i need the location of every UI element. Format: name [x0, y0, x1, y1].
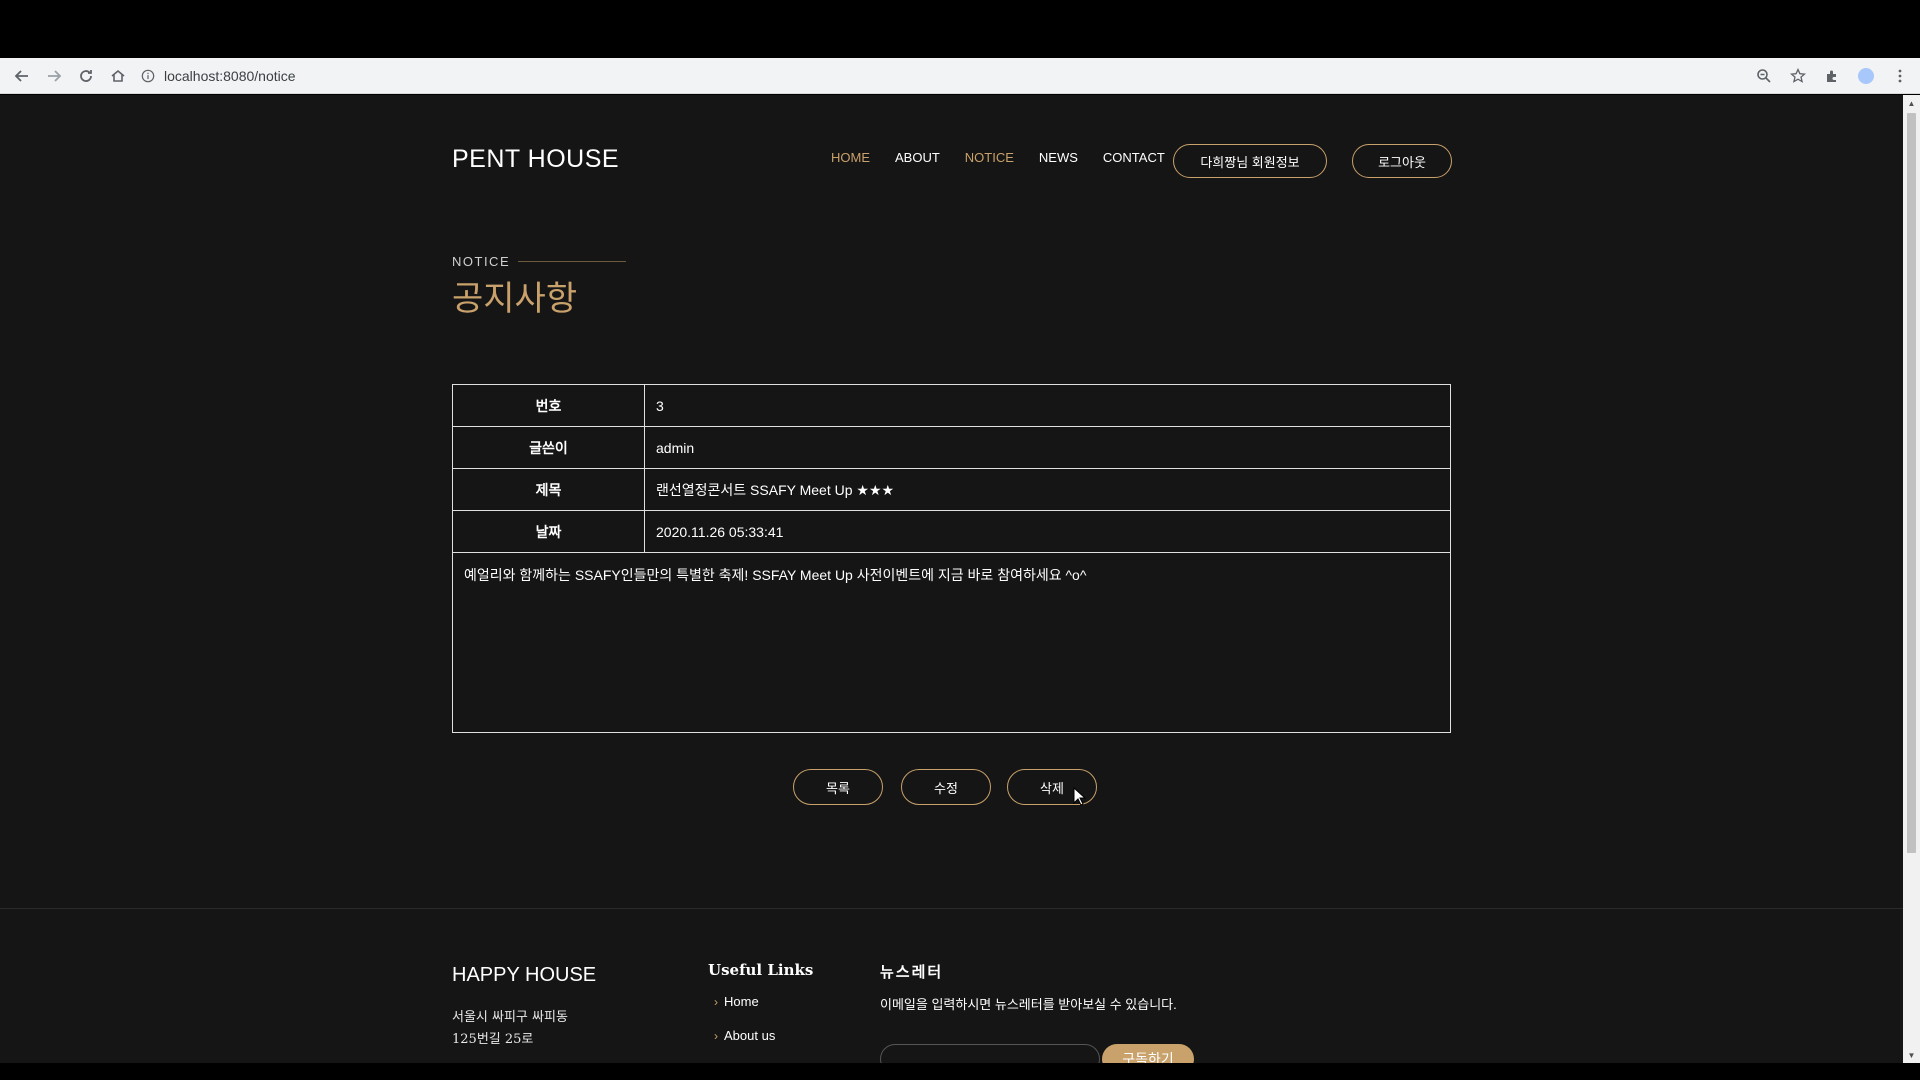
mouse-cursor-icon: [1073, 787, 1087, 806]
nav-news[interactable]: NEWS: [1039, 150, 1078, 165]
list-button[interactable]: 목록: [793, 769, 883, 805]
footer-divider: [0, 908, 1903, 909]
scroll-up-icon[interactable]: ▲: [1903, 95, 1920, 111]
footer-link-about[interactable]: › About us: [714, 1028, 775, 1043]
address-line-2: 125번길 25로: [452, 1032, 534, 1047]
footer-link-home[interactable]: › Home: [714, 994, 759, 1009]
nav-notice[interactable]: NOTICE: [965, 150, 1014, 165]
site-logo[interactable]: PENT HOUSE: [452, 145, 619, 174]
edit-button[interactable]: 수정: [901, 769, 991, 805]
date-value: 2020.11.26 05:33:41: [656, 523, 784, 540]
subject-label: 제목: [453, 469, 645, 510]
nav-contact[interactable]: CONTACT: [1103, 150, 1165, 165]
footer-link-label[interactable]: About us: [724, 1028, 775, 1043]
table-row: 글쓴이 admin: [453, 427, 1450, 469]
newsletter-heading: 뉴스레터: [880, 964, 944, 981]
page-viewport: PENT HOUSE HOME ABOUT NOTICE NEWS CONTAC…: [0, 95, 1903, 1063]
table-row: 제목 랜선열정콘서트 SSAFY Meet Up ★★★: [453, 469, 1450, 511]
notice-detail-table: 번호 3 글쓴이 admin 제목 랜선열정콘서트 SSAFY Meet Up …: [452, 384, 1451, 733]
date-label: 날짜: [453, 511, 645, 552]
address-bar[interactable]: localhost:8080/notice: [140, 62, 296, 90]
browser-actions: [1752, 58, 1912, 94]
chevron-right-icon: ›: [714, 1028, 718, 1043]
reload-icon[interactable]: [70, 60, 102, 92]
useful-links-heading: Useful Links: [708, 961, 814, 979]
table-row: 날짜 2020.11.26 05:33:41: [453, 511, 1450, 553]
menu-kebab-icon[interactable]: [1888, 60, 1912, 92]
zoom-icon[interactable]: [1752, 60, 1776, 92]
extensions-icon[interactable]: [1820, 60, 1844, 92]
footer-logo: HAPPY HOUSE: [452, 964, 597, 986]
footer-address: 서울시 싸피구 싸피동 125번길 25로: [452, 1007, 568, 1051]
back-icon[interactable]: [6, 60, 38, 92]
main-nav: HOME ABOUT NOTICE NEWS CONTACT: [831, 139, 1190, 175]
bookmark-star-icon[interactable]: [1786, 60, 1810, 92]
site-info-icon[interactable]: [140, 68, 156, 84]
newsletter-email-input[interactable]: [880, 1044, 1100, 1063]
page-scrollbar[interactable]: ▲ ▼: [1903, 95, 1920, 1063]
notice-content: 예얼리와 함께하는 SSAFY인들만의 특별한 축제! SSFAY Meet U…: [464, 567, 1087, 583]
screen: localhost:8080/notice PENT HOUSE HOME AB…: [0, 0, 1920, 1080]
logout-button[interactable]: 로그아웃: [1352, 144, 1452, 178]
chevron-right-icon: ›: [714, 994, 718, 1009]
footer-link-label[interactable]: Home: [724, 994, 759, 1009]
section-subtitle: NOTICE: [452, 254, 511, 269]
user-info-button[interactable]: 다희짱님 회원정보: [1173, 144, 1327, 178]
forward-icon[interactable]: [38, 60, 70, 92]
writer-label: 글쓴이: [453, 427, 645, 468]
home-icon[interactable]: [102, 60, 134, 92]
nav-home[interactable]: HOME: [831, 150, 870, 165]
bottom-black-band: [0, 1063, 1920, 1080]
scroll-thumb[interactable]: [1907, 113, 1916, 853]
table-row: 번호 3: [453, 385, 1450, 427]
scroll-down-icon[interactable]: ▼: [1903, 1047, 1920, 1063]
newsletter-description: 이메일을 입력하시면 뉴스레터를 받아보실 수 있습니다.: [880, 997, 1177, 1012]
number-label: 번호: [453, 385, 645, 426]
section-divider: [518, 261, 626, 262]
subject-value: 랜선열정콘서트 SSAFY Meet Up ★★★: [656, 481, 895, 498]
profile-avatar[interactable]: [1854, 60, 1878, 92]
writer-value: admin: [656, 439, 695, 456]
top-black-band: [0, 0, 1920, 58]
page-title: 공지사항: [452, 279, 578, 319]
nav-about[interactable]: ABOUT: [895, 150, 940, 165]
number-value: 3: [656, 397, 664, 414]
browser-toolbar: localhost:8080/notice: [0, 58, 1920, 94]
address-line-1: 서울시 싸피구 싸피동: [452, 1010, 568, 1025]
subscribe-button[interactable]: 구독하기: [1102, 1044, 1194, 1063]
url-text[interactable]: localhost:8080/notice: [164, 68, 296, 84]
